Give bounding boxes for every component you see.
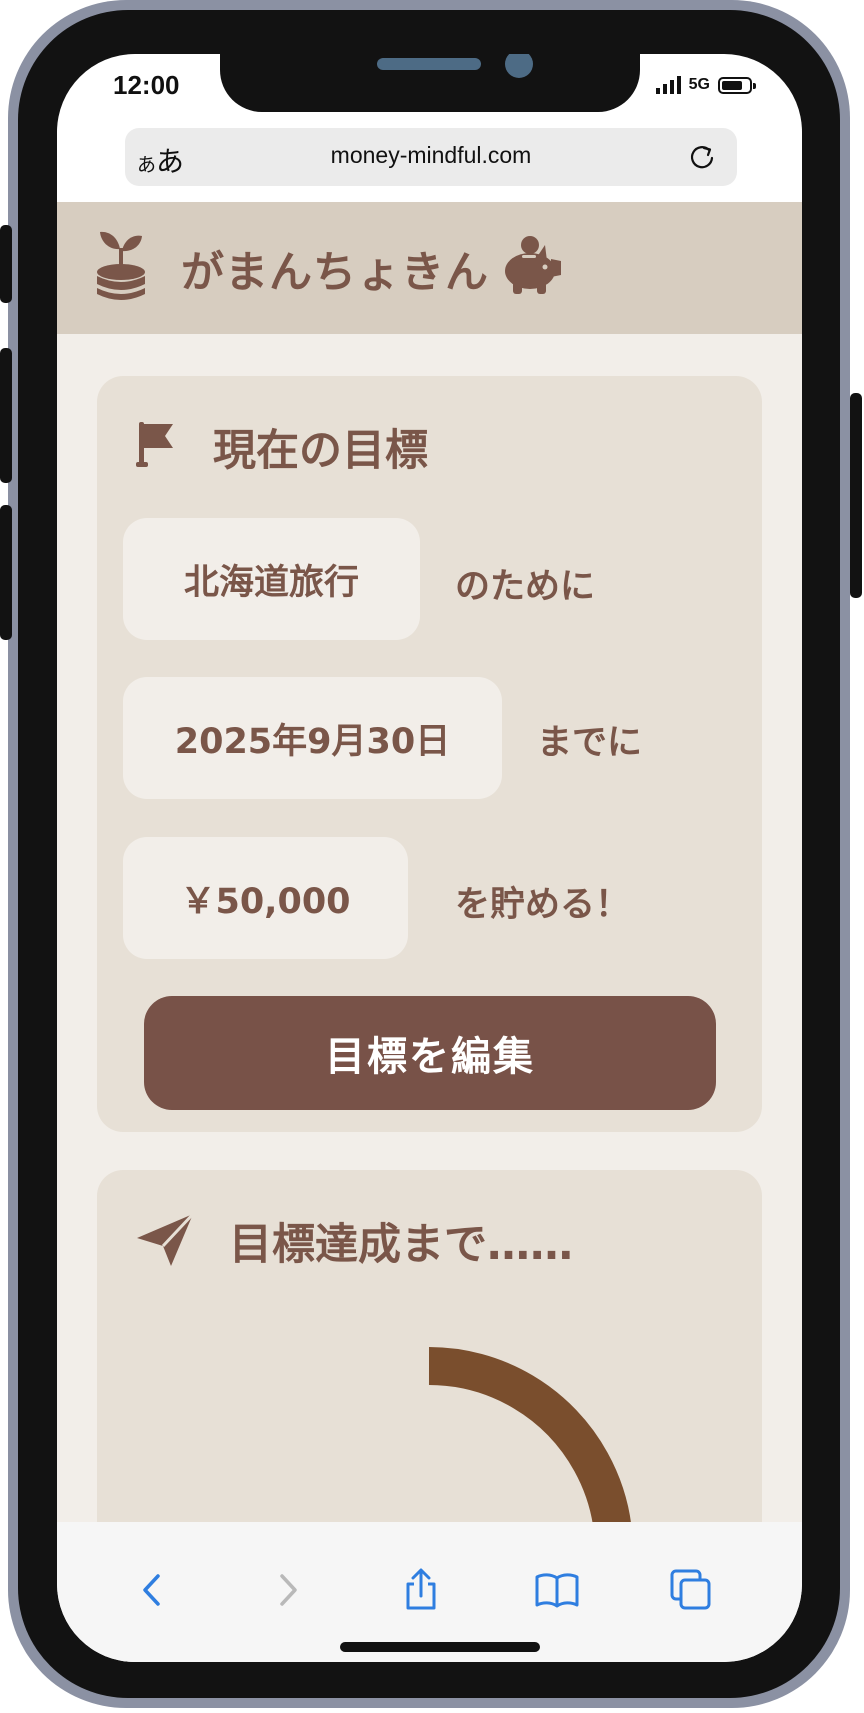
progress-card: 目標達成まで…… <box>97 1170 762 1582</box>
notch <box>220 54 640 112</box>
edit-goal-button[interactable]: 目標を編集 <box>144 996 716 1110</box>
goal-purpose-suffix: のために <box>455 567 596 607</box>
goal-purpose-field: 北海道旅行 <box>123 518 420 640</box>
tabs-icon[interactable] <box>669 1568 713 1612</box>
url-text[interactable]: money-mindful.com <box>125 142 737 169</box>
network-label: 5G <box>688 76 710 93</box>
goal-amount-suffix: を貯める！ <box>455 885 631 925</box>
battery-icon <box>718 76 756 94</box>
forward-icon[interactable] <box>265 1568 309 1612</box>
goal-card-title: 現在の目標 <box>213 426 428 476</box>
address-bar[interactable]: ああ money-mindful.com <box>125 128 737 186</box>
volume-down-button <box>0 505 12 640</box>
flag-icon <box>136 422 173 467</box>
share-icon[interactable] <box>399 1568 443 1612</box>
goal-amount-field: ￥50,000 <box>123 837 408 959</box>
coin-sprout-icon <box>97 231 145 300</box>
bookmarks-icon[interactable] <box>535 1568 579 1612</box>
reload-icon[interactable] <box>687 142 717 172</box>
silent-switch <box>0 225 12 303</box>
signal-icon <box>655 76 681 94</box>
web-content: がまんちょきん 現在の目標 北海道旅行 のために 2025年9月30日 までに … <box>57 202 802 1582</box>
goal-date-suffix: までに <box>537 723 643 763</box>
home-indicator <box>340 1642 540 1652</box>
piggy-bank-icon <box>505 236 561 294</box>
app-title: がまんちょきん <box>181 248 489 298</box>
volume-up-button <box>0 348 12 483</box>
phone-screen: 12:00 5G ああ money-mindful.com がまんちょきん 現在… <box>57 54 802 1662</box>
progress-ring <box>428 1347 633 1552</box>
status-time: 12:00 <box>113 70 180 100</box>
power-button <box>850 393 862 598</box>
current-goal-card: 現在の目標 北海道旅行 のために 2025年9月30日 までに ￥50,000 … <box>97 376 762 1132</box>
back-icon[interactable] <box>131 1568 175 1612</box>
front-camera <box>505 54 533 78</box>
status-indicators: 5G <box>655 76 756 94</box>
app-header: がまんちょきん <box>57 202 802 334</box>
browser-toolbar <box>57 1522 802 1662</box>
goal-date-field: 2025年9月30日 <box>123 677 502 799</box>
earpiece-speaker <box>377 58 481 70</box>
